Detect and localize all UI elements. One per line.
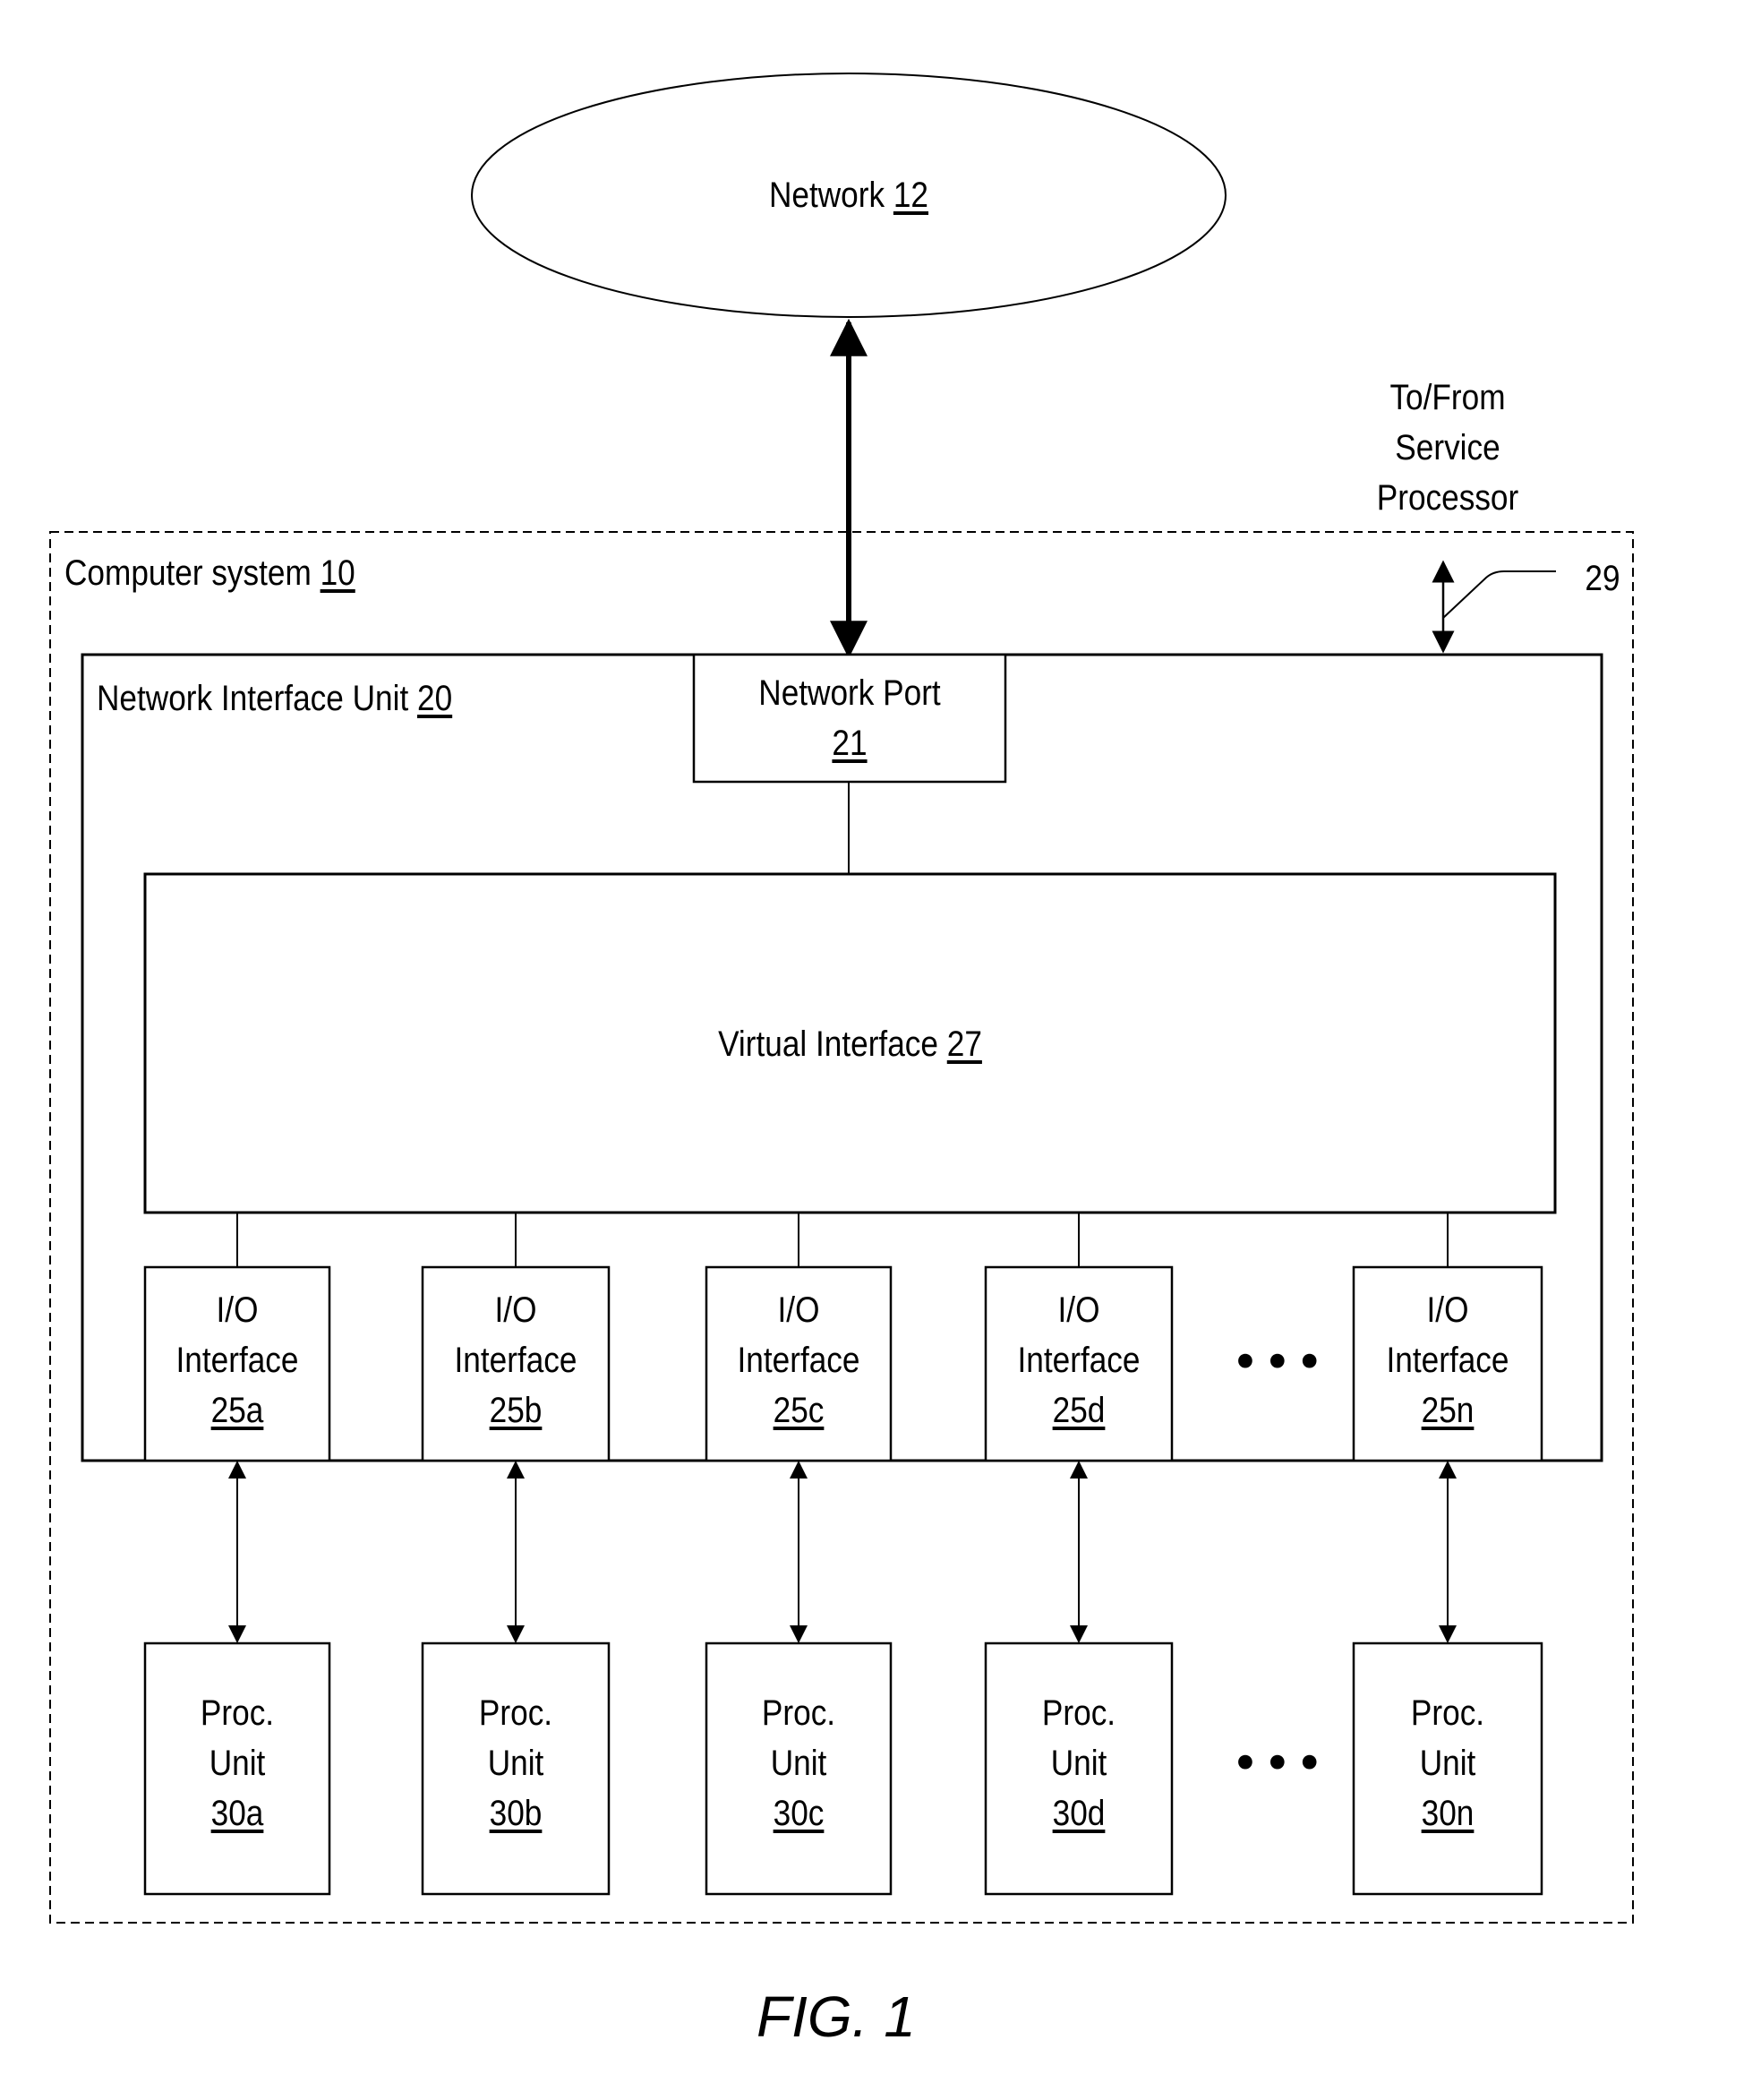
proc-line-2: Unit — [1419, 1744, 1476, 1783]
proc-line-1: Proc. — [200, 1693, 275, 1733]
io-line-2: Interface — [1017, 1341, 1141, 1380]
io-interface-label: I/O Interface 25d — [996, 1285, 1160, 1436]
io-line-2: Interface — [1386, 1341, 1509, 1380]
proc-unit-label: Proc. Unit 30n — [1365, 1688, 1531, 1839]
virtual-interface-label: Virtual Interface 27 — [624, 1019, 1077, 1069]
figure-caption: FIG. 1 — [757, 1984, 916, 2049]
io-ref: 25a — [210, 1391, 264, 1430]
network-port-name: Network Port — [758, 673, 941, 713]
proc-ref: 30n — [1421, 1794, 1475, 1833]
proc-ref: 30c — [773, 1794, 825, 1833]
proc-line-2: Unit — [770, 1744, 827, 1783]
proc-ellipsis: ••• — [1231, 1736, 1328, 1792]
proc-ref: 30d — [1052, 1794, 1106, 1833]
proc-line-2: Unit — [1050, 1744, 1107, 1783]
proc-ref: 30b — [489, 1794, 543, 1833]
io-interface-label: I/O Interface 25b — [433, 1285, 597, 1436]
io-ref: 25b — [489, 1391, 543, 1430]
io-line-2: Interface — [737, 1341, 860, 1380]
io-line-1: I/O — [216, 1290, 259, 1330]
service-processor-line-1: To/From — [1389, 378, 1506, 417]
proc-line-1: Proc. — [761, 1693, 836, 1733]
io-ref: 25d — [1052, 1391, 1106, 1430]
service-processor-line-3: Processor — [1376, 478, 1519, 518]
proc-unit-label: Proc. Unit 30d — [996, 1688, 1160, 1839]
proc-line-2: Unit — [209, 1744, 266, 1783]
network-ref: 12 — [893, 176, 929, 215]
io-line-1: I/O — [1426, 1290, 1469, 1330]
proc-line-2: Unit — [487, 1744, 544, 1783]
niu-ref: 20 — [417, 679, 453, 718]
network-name: Network — [768, 176, 885, 215]
io-line-2: Interface — [454, 1341, 577, 1380]
io-interface-label: I/O Interface 25a — [156, 1285, 318, 1436]
service-processor-line-2: Service — [1395, 428, 1500, 467]
proc-unit-label: Proc. Unit 30c — [717, 1688, 879, 1839]
io-ellipsis: ••• — [1231, 1334, 1328, 1391]
proc-ref: 30a — [210, 1794, 264, 1833]
io-line-1: I/O — [1057, 1290, 1100, 1330]
io-interface-label: I/O Interface 25c — [717, 1285, 879, 1436]
io-line-1: I/O — [777, 1290, 820, 1330]
io-line-2: Interface — [175, 1341, 299, 1380]
network-interface-unit-label: Network Interface Unit 20 — [97, 673, 648, 724]
computer-system-ref: 10 — [320, 553, 355, 593]
ref-29-leader-line — [1442, 570, 1556, 619]
ref-29-label: 29 — [1585, 559, 1620, 598]
proc-unit-label: Proc. Unit 30a — [156, 1688, 318, 1839]
proc-line-1: Proc. — [1041, 1693, 1116, 1733]
proc-line-1: Proc. — [1410, 1693, 1485, 1733]
proc-line-1: Proc. — [478, 1693, 553, 1733]
io-line-1: I/O — [494, 1290, 537, 1330]
io-ref: 25c — [773, 1391, 825, 1430]
virtual-interface-ref: 27 — [946, 1024, 982, 1064]
niu-name: Network Interface Unit — [97, 679, 409, 718]
network-label: Network 12 — [691, 170, 1006, 220]
computer-system-label: Computer system 10 — [64, 548, 537, 598]
service-processor-label: To/From Service Processor — [1329, 373, 1566, 523]
network-port-ref: 21 — [832, 724, 868, 763]
io-interface-label: I/O Interface 25n — [1365, 1285, 1531, 1436]
computer-system-name: Computer system — [64, 553, 312, 593]
io-ref: 25n — [1421, 1391, 1475, 1430]
virtual-interface-name: Virtual Interface — [718, 1024, 938, 1064]
proc-unit-label: Proc. Unit 30b — [433, 1688, 597, 1839]
network-port-label: Network Port 21 — [713, 668, 987, 768]
